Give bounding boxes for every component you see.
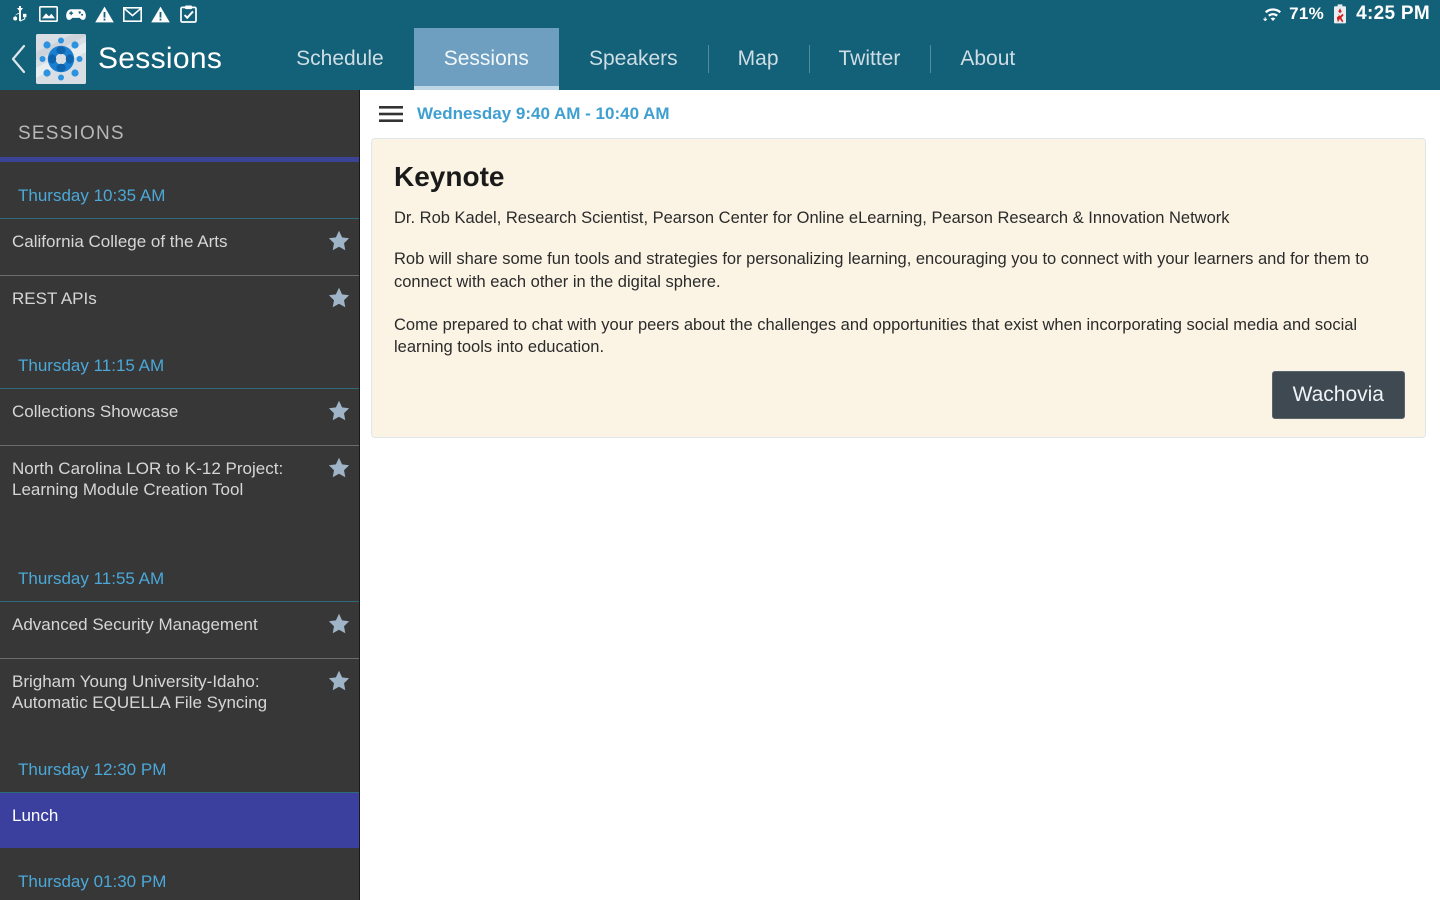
- time-group-label: Thursday 12:30 PM: [0, 736, 359, 792]
- hamburger-menu-icon[interactable]: [379, 105, 403, 123]
- session-description-paragraph-1: Rob will share some fun tools and strate…: [394, 250, 1369, 291]
- list-item[interactable]: Lunch: [0, 792, 359, 848]
- star-icon[interactable]: [327, 399, 351, 423]
- game-controller-icon: [66, 4, 86, 24]
- session-description-paragraph-2: Come prepared to chat with your peers ab…: [394, 315, 1358, 357]
- mail-icon: [122, 4, 142, 24]
- star-icon[interactable]: [327, 456, 351, 480]
- star-icon[interactable]: [327, 612, 351, 636]
- session-title: Advanced Security Management: [12, 615, 258, 634]
- status-bar: 71% 4:25 PM: [0, 0, 1440, 28]
- tab-schedule[interactable]: Schedule: [266, 28, 414, 90]
- session-detail-card: Keynote Dr. Rob Kadel, Research Scientis…: [371, 138, 1426, 438]
- time-group-label: Thursday 11:15 AM: [0, 332, 359, 388]
- tab-sessions[interactable]: Sessions: [413, 28, 559, 90]
- tab-bar: Schedule Sessions Speakers Map Twitter A…: [266, 28, 1045, 90]
- app-logo-icon: [36, 34, 86, 84]
- list-item[interactable]: Collections Showcase: [0, 388, 359, 445]
- session-title: Brigham Young University-Idaho: Automati…: [12, 672, 268, 713]
- session-title: Lunch: [12, 806, 59, 825]
- session-title: REST APIs: [12, 289, 97, 308]
- list-item[interactable]: North Carolina LOR to K-12 Project: Lear…: [0, 445, 359, 523]
- status-bar-notification-icons: [10, 4, 198, 24]
- page-title: Keynote: [394, 161, 505, 192]
- venue-button[interactable]: Wachovia: [1271, 371, 1405, 419]
- battery-alert-icon: [1330, 4, 1350, 24]
- back-button[interactable]: [0, 28, 36, 90]
- star-icon[interactable]: [327, 229, 351, 253]
- clipboard-check-icon: [178, 4, 198, 24]
- status-bar-system-indicators: 71% 4:25 PM: [1263, 3, 1430, 25]
- wifi-icon: [1263, 4, 1283, 24]
- app-title: Sessions: [98, 42, 223, 75]
- time-group-label: Thursday 11:55 AM: [0, 545, 359, 601]
- session-date-range: Wednesday 9:40 AM - 10:40 AM: [417, 104, 670, 123]
- tab-speakers[interactable]: Speakers: [559, 28, 708, 90]
- tab-map[interactable]: Map: [707, 28, 809, 90]
- star-icon[interactable]: [327, 286, 351, 310]
- time-group-label: Thursday 01:30 PM: [0, 848, 359, 900]
- warning-icon-2: [150, 4, 170, 24]
- list-item[interactable]: California College of the Arts: [0, 218, 359, 275]
- status-clock: 4:25 PM: [1356, 3, 1430, 24]
- time-group-label: Thursday 10:35 AM: [0, 162, 359, 218]
- usb-icon: [10, 4, 30, 24]
- list-item[interactable]: Advanced Security Management: [0, 601, 359, 658]
- battery-percent-label: 71%: [1289, 4, 1325, 23]
- tab-twitter[interactable]: Twitter: [808, 28, 931, 90]
- sidebar-title: SESSIONS: [18, 123, 125, 144]
- list-item[interactable]: REST APIs: [0, 275, 359, 332]
- sessions-sidebar[interactable]: SESSIONS Thursday 10:35 AM California Co…: [0, 90, 360, 900]
- screenshot-icon: [38, 4, 58, 24]
- content-header: Wednesday 9:40 AM - 10:40 AM: [361, 90, 1440, 134]
- session-speaker-line: Dr. Rob Kadel, Research Scientist, Pears…: [394, 209, 1230, 227]
- list-item[interactable]: Brigham Young University-Idaho: Automati…: [0, 658, 359, 736]
- session-title: Collections Showcase: [12, 402, 179, 421]
- session-detail-pane: Wednesday 9:40 AM - 10:40 AM Keynote Dr.…: [361, 90, 1440, 900]
- star-icon[interactable]: [327, 669, 351, 693]
- app-bar: Sessions Schedule Sessions Speakers Map …: [0, 28, 1440, 90]
- session-title: California College of the Arts: [12, 232, 228, 251]
- list-spacer: [0, 523, 359, 545]
- warning-icon: [94, 4, 114, 24]
- back-chevron-icon: [11, 44, 25, 74]
- tab-about[interactable]: About: [930, 28, 1045, 90]
- session-title: North Carolina LOR to K-12 Project: Lear…: [12, 459, 284, 500]
